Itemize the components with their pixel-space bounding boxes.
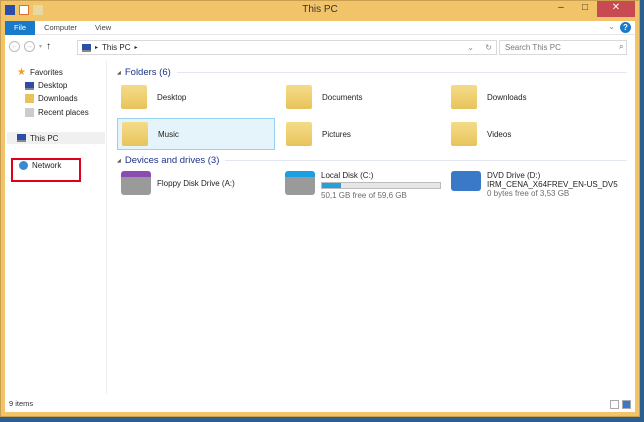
up-button[interactable]: ↑ [46, 41, 51, 52]
folder-videos[interactable]: Videos [447, 118, 605, 150]
breadcrumb-separator-icon: ▸ [95, 45, 99, 51]
desktop-icon [25, 81, 34, 90]
folder-music[interactable]: Music [117, 118, 275, 150]
status-bar-count: 9 items [9, 399, 34, 408]
sidebar-item-downloads[interactable]: Downloads [25, 94, 78, 103]
pictures-folder-icon [286, 122, 312, 146]
quick-access-toolbar [5, 5, 43, 15]
close-button[interactable]: ✕ [597, 1, 635, 17]
tab-computer[interactable]: Computer [35, 21, 86, 35]
new-folder-icon[interactable] [33, 5, 43, 15]
computer-icon [82, 43, 91, 52]
address-dropdown-icon[interactable]: ⌄ [467, 43, 474, 52]
sidebar-item-recent-places[interactable]: Recent places [25, 108, 89, 117]
folder-downloads[interactable]: Downloads [447, 81, 605, 113]
collapse-icon: ◢ [117, 69, 121, 76]
disk-usage-bar [321, 182, 441, 189]
search-icon: ⌕ [619, 42, 624, 51]
back-button[interactable]: ← [9, 40, 20, 52]
star-icon: ★ [17, 67, 26, 78]
videos-folder-icon [451, 122, 477, 146]
help-button[interactable]: ? [620, 22, 631, 33]
music-folder-icon [122, 122, 148, 146]
title-bar: This PC – □ ✕ [1, 1, 639, 21]
maximize-button[interactable]: □ [573, 1, 597, 17]
address-bar[interactable]: ▸ This PC ▸ ⌄ ↻ [77, 40, 497, 55]
downloads-folder-icon [451, 85, 477, 109]
tab-file[interactable]: File [5, 20, 36, 35]
collapse-icon: ◢ [117, 157, 121, 164]
minimize-button[interactable]: – [549, 1, 573, 17]
search-input[interactable]: Search This PC [499, 40, 627, 55]
window-title: This PC [302, 4, 338, 15]
breadcrumb-chevron-icon[interactable]: ▸ [134, 44, 137, 51]
computer-icon [17, 134, 26, 142]
recent-places-icon [25, 108, 34, 117]
sidebar-item-this-pc[interactable]: This PC [7, 132, 105, 144]
folder-pictures[interactable]: Pictures [282, 118, 440, 150]
breadcrumb-this-pc[interactable]: This PC [102, 43, 130, 52]
window-body: File Computer View ⌄ ? ← → ▾ ↑ ▸ This PC… [5, 20, 635, 412]
documents-folder-icon [286, 85, 312, 109]
forward-button[interactable]: → [24, 40, 35, 52]
explorer-window: This PC – □ ✕ File Computer View ⌄ ? ← →… [0, 0, 640, 417]
dvd-drive-icon [451, 171, 481, 191]
refresh-button[interactable]: ↻ [485, 43, 492, 52]
details-view-button[interactable] [610, 400, 619, 409]
desktop-folder-icon [121, 85, 147, 109]
devices-header[interactable]: ◢ Devices and drives (3) [117, 155, 627, 166]
hard-disk-icon [285, 171, 315, 195]
sidebar-item-desktop[interactable]: Desktop [25, 81, 67, 90]
downloads-icon [25, 94, 34, 103]
navigation-pane: ★ Favorites Desktop Downloads Recent plac… [5, 61, 107, 394]
drive-local-disk-c[interactable]: Local Disk (C:) 50,1 GB free of 59,6 GB [285, 171, 441, 200]
computer-icon[interactable] [5, 5, 15, 15]
sidebar-favorites[interactable]: ★ Favorites [17, 67, 63, 78]
large-icons-view-button[interactable] [622, 400, 631, 409]
content-area: ◢ Folders (6) Desktop Documents Downloads… [117, 61, 635, 394]
folder-desktop[interactable]: Desktop [117, 81, 275, 113]
ribbon-tabs: File Computer View ⌄ ? [5, 20, 635, 35]
recent-locations-icon[interactable]: ▾ [39, 43, 42, 50]
tab-view[interactable]: View [86, 21, 120, 35]
drive-dvd-d[interactable]: DVD Drive (D:) IRM_CENA_X64FREV_EN-US_DV5… [451, 171, 618, 198]
expand-ribbon-icon[interactable]: ⌄ [608, 22, 615, 31]
folder-documents[interactable]: Documents [282, 81, 440, 113]
drive-floppy[interactable]: Floppy Disk Drive (A:) [121, 171, 235, 195]
folders-header[interactable]: ◢ Folders (6) [117, 67, 627, 78]
highlight-box [11, 158, 81, 182]
properties-icon[interactable] [19, 5, 29, 15]
floppy-drive-icon [121, 171, 151, 195]
